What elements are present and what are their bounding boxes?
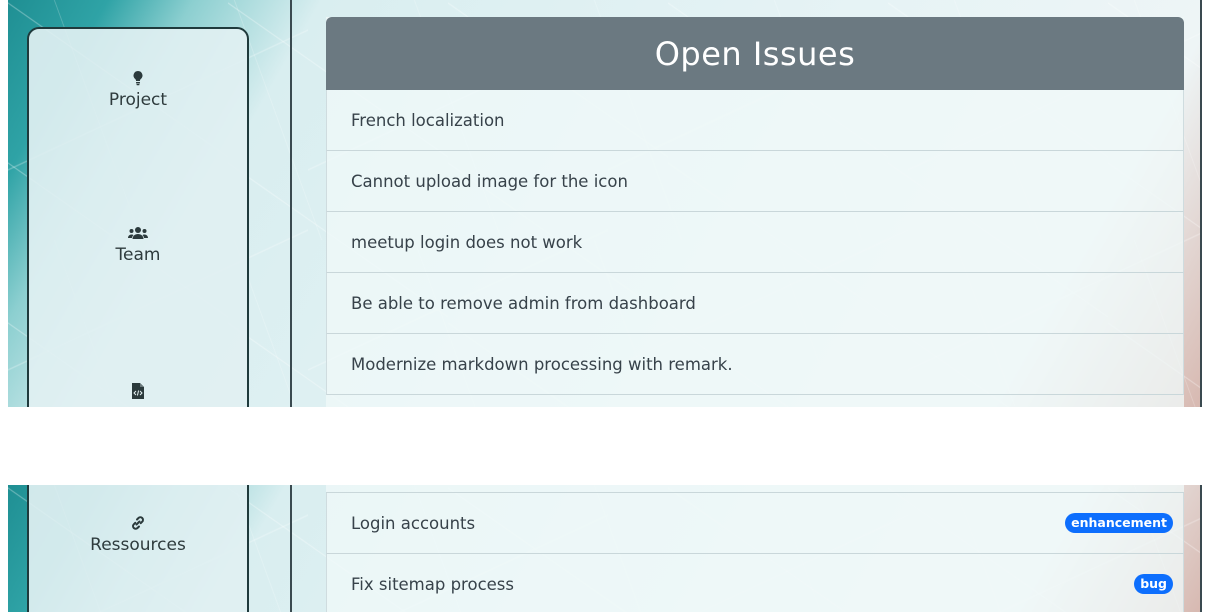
issue-title: meetup login does not work — [351, 232, 583, 252]
sidebar-item-ressources[interactable]: Ressources — [29, 515, 247, 555]
divider — [290, 0, 292, 407]
issue-label-badge[interactable]: enhancement — [1065, 513, 1173, 533]
divider — [326, 485, 1184, 493]
open-issues-card: Open Issues French localization Cannot u… — [326, 17, 1184, 407]
issue-row[interactable]: French localization — [326, 90, 1184, 151]
divider — [290, 485, 292, 612]
sidebar-item-label: Team — [115, 245, 161, 265]
issue-row[interactable]: meetup login does not work — [326, 212, 1184, 273]
divider — [1200, 0, 1202, 407]
sidebar: Ressources — [27, 485, 249, 612]
sidebar-item-label: Project — [108, 90, 168, 110]
link-icon — [132, 516, 144, 530]
top-screenshot-panel: Project Team Open Issues French localiza… — [8, 0, 1202, 407]
open-issues-card: Login accounts enhancement Fix sitemap p… — [326, 485, 1184, 612]
users-icon — [128, 227, 148, 239]
issue-row[interactable]: Fix sitemap process bug — [326, 554, 1184, 612]
issue-title: Login accounts — [351, 513, 476, 533]
sidebar-item-code[interactable] — [29, 383, 247, 403]
sidebar-item-project[interactable]: Project — [29, 70, 247, 110]
issue-title: Be able to remove admin from dashboard — [351, 293, 696, 313]
issue-title: Cannot upload image for the icon — [351, 171, 628, 191]
issue-title: French localization — [351, 110, 505, 130]
issue-row[interactable]: Be able to remove admin from dashboard — [326, 273, 1184, 334]
sidebar-item-label: Ressources — [90, 535, 186, 555]
page-title: Open Issues — [654, 34, 856, 73]
sidebar-item-team[interactable]: Team — [29, 225, 247, 265]
lightbulb-icon — [133, 71, 143, 86]
issue-title: Modernize markdown processing with remar… — [351, 354, 733, 374]
sidebar: Project Team — [27, 27, 249, 407]
file-code-icon — [132, 383, 144, 399]
issue-row[interactable]: Modernize markdown processing with remar… — [326, 334, 1184, 395]
issue-row[interactable]: Login accounts enhancement — [326, 493, 1184, 554]
issue-title: Fix sitemap process — [351, 574, 514, 594]
issue-label-badge[interactable]: bug — [1134, 574, 1173, 594]
issue-row[interactable]: Cannot upload image for the icon — [326, 151, 1184, 212]
divider — [1200, 485, 1202, 612]
issues-header: Open Issues — [326, 17, 1184, 90]
bottom-screenshot-panel: Ressources Login accounts enhancement Fi… — [8, 485, 1202, 612]
